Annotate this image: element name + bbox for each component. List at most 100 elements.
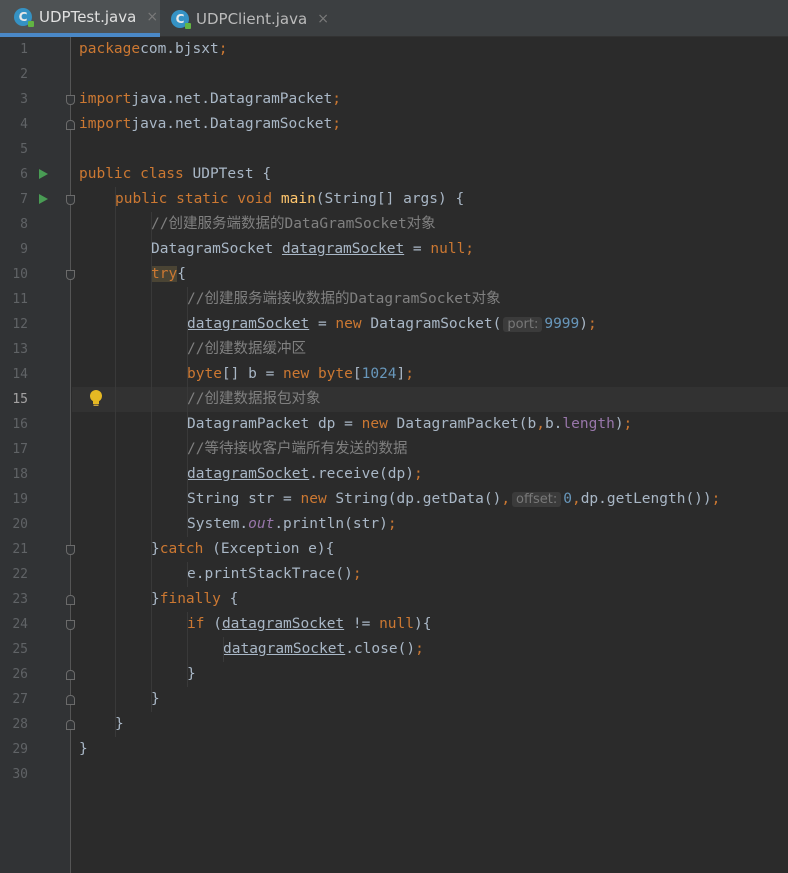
code-line[interactable] bbox=[72, 137, 788, 162]
code-keyword: , bbox=[571, 491, 581, 507]
code-line[interactable]: System.out.println(str); bbox=[72, 512, 788, 537]
fold-icon[interactable] bbox=[66, 120, 75, 130]
run-icon[interactable] bbox=[39, 194, 48, 204]
code-token: DatagramSocket( bbox=[361, 316, 502, 332]
fold-icon[interactable] bbox=[66, 695, 75, 705]
intention-bulb-icon[interactable] bbox=[89, 389, 103, 409]
code-token: .println(str) bbox=[274, 516, 388, 532]
code-line[interactable]: datagramSocket.close(); bbox=[72, 637, 788, 662]
code-line[interactable]: importjava.net.DatagramPacket; bbox=[72, 87, 788, 112]
code-keyword: ; bbox=[588, 316, 597, 332]
fold-icon[interactable] bbox=[66, 720, 75, 730]
code-line[interactable]: } bbox=[72, 662, 788, 687]
line-number: 3 bbox=[20, 92, 28, 107]
code-text: e.printStackTrace(); bbox=[187, 562, 362, 587]
code-line[interactable]: public static void main(String[] args) { bbox=[72, 187, 788, 212]
code-line[interactable]: try{ bbox=[72, 262, 788, 287]
fold-icon[interactable] bbox=[66, 195, 75, 205]
code-token: } bbox=[79, 741, 88, 757]
code-line[interactable]: importjava.net.DatagramSocket; bbox=[72, 112, 788, 137]
code-text: } bbox=[115, 712, 124, 737]
code-text: packagecom.bjsxt; bbox=[79, 37, 227, 62]
code-line[interactable]: String str = new String(dp.getData(), off… bbox=[72, 487, 788, 512]
code-token: { bbox=[177, 266, 186, 282]
code-line[interactable]: datagramSocket = new DatagramSocket(port… bbox=[72, 312, 788, 337]
code-token: [ bbox=[352, 366, 362, 382]
code-text: } bbox=[151, 687, 160, 712]
code-keyword: new bbox=[361, 416, 388, 432]
fold-icon[interactable] bbox=[66, 595, 75, 605]
line-number: 14 bbox=[12, 367, 28, 382]
code-line[interactable]: //创建数据报包对象 bbox=[72, 387, 788, 412]
code-text: datagramSocket = new DatagramSocket(port… bbox=[187, 312, 597, 337]
indent-guide bbox=[115, 187, 116, 737]
code-line[interactable]: DatagramSocket datagramSocket = null; bbox=[72, 237, 788, 262]
code-comment: //创建服务端数据的DataGramSocket对象 bbox=[151, 216, 436, 232]
line-number: 8 bbox=[20, 217, 28, 232]
code-token: java.net.DatagramSocket bbox=[131, 116, 333, 132]
tab-udpclient-java[interactable]: C UDPClient.java × bbox=[157, 0, 337, 37]
code-line[interactable]: //等待接收客户端所有发送的数据 bbox=[72, 437, 788, 462]
parameter-hint: port: bbox=[503, 317, 543, 332]
code-text: }catch (Exception e){ bbox=[151, 537, 334, 562]
code-line[interactable]: DatagramPacket dp = new DatagramPacket(b… bbox=[72, 412, 788, 437]
java-class-icon-letter: C bbox=[175, 11, 185, 26]
fold-icon[interactable] bbox=[66, 670, 75, 680]
code-line[interactable]: e.printStackTrace(); bbox=[72, 562, 788, 587]
line-number: 12 bbox=[12, 317, 28, 332]
tab-label: UDPClient.java bbox=[196, 9, 308, 28]
code-line[interactable]: datagramSocket.receive(dp); bbox=[72, 462, 788, 487]
code-token: .receive(dp) bbox=[309, 466, 414, 482]
code-token: DatagramPacket dp = bbox=[187, 416, 362, 432]
code-token: ) bbox=[579, 316, 588, 332]
code-text: importjava.net.DatagramSocket; bbox=[79, 112, 341, 137]
parameter-hint: offset: bbox=[512, 492, 562, 507]
code-line[interactable]: //创建数据缓冲区 bbox=[72, 337, 788, 362]
code-keyword: null; bbox=[430, 241, 475, 257]
code-token: UDPTest { bbox=[183, 166, 272, 182]
code-text: DatagramSocket datagramSocket = null; bbox=[151, 237, 474, 262]
code-token: (String[] args) { bbox=[315, 191, 465, 207]
code-token: } bbox=[151, 541, 160, 557]
code-text: datagramSocket.close(); bbox=[223, 637, 424, 662]
code-line[interactable]: packagecom.bjsxt; bbox=[72, 37, 788, 62]
code-token: datagramSocket bbox=[223, 641, 346, 657]
fold-icon[interactable] bbox=[66, 545, 75, 555]
fold-icon[interactable] bbox=[66, 270, 75, 280]
tab-udptest-java[interactable]: C UDPTest.java × bbox=[0, 0, 160, 37]
fold-icon[interactable] bbox=[66, 95, 75, 105]
line-number: 15 bbox=[12, 392, 28, 407]
code-line[interactable] bbox=[72, 62, 788, 87]
code-token: length bbox=[562, 416, 615, 432]
code-comment: //创建服务端接收数据的DatagramSocket对象 bbox=[187, 291, 501, 307]
code-token: = bbox=[404, 241, 431, 257]
run-icon[interactable] bbox=[39, 169, 48, 179]
code-line[interactable]: } bbox=[72, 737, 788, 762]
code-line[interactable]: } bbox=[72, 712, 788, 737]
code-text: System.out.println(str); bbox=[187, 512, 397, 537]
code-line[interactable]: }finally { bbox=[72, 587, 788, 612]
code-keyword: byte bbox=[187, 366, 222, 382]
line-number: 13 bbox=[12, 342, 28, 357]
code-token: datagramSocket bbox=[187, 466, 310, 482]
code-editor[interactable]: packagecom.bjsxt; importjava.net.Datagram… bbox=[72, 37, 788, 873]
code-text: } bbox=[79, 737, 88, 762]
code-keyword: ; bbox=[711, 491, 721, 507]
code-text: String str = new String(dp.getData(), off… bbox=[187, 487, 720, 512]
code-line[interactable] bbox=[72, 762, 788, 787]
code-line[interactable]: public class UDPTest { bbox=[72, 162, 788, 187]
code-keyword: ; bbox=[415, 641, 424, 657]
code-text: //创建服务端数据的DataGramSocket对象 bbox=[151, 212, 436, 237]
code-token: } bbox=[151, 591, 160, 607]
code-line[interactable]: byte[] b = new byte[1024]; bbox=[72, 362, 788, 387]
line-number-gutter[interactable]: 1 2 3 4 5 6 7 8 9 10 11 12 13 14 15 16 17 18 19 20 21 22 23 24 2… bbox=[0, 37, 75, 873]
code-line[interactable]: }catch (Exception e){ bbox=[72, 537, 788, 562]
close-icon[interactable]: × bbox=[317, 11, 329, 27]
code-line[interactable]: } bbox=[72, 687, 788, 712]
fold-icon[interactable] bbox=[66, 620, 75, 630]
code-line[interactable]: //创建服务端接收数据的DatagramSocket对象 bbox=[72, 287, 788, 312]
code-line[interactable]: //创建服务端数据的DataGramSocket对象 bbox=[72, 212, 788, 237]
code-text: byte[] b = new byte[1024]; bbox=[187, 362, 414, 387]
code-line[interactable]: if (datagramSocket != null){ bbox=[72, 612, 788, 637]
code-keyword: ; bbox=[413, 466, 423, 482]
